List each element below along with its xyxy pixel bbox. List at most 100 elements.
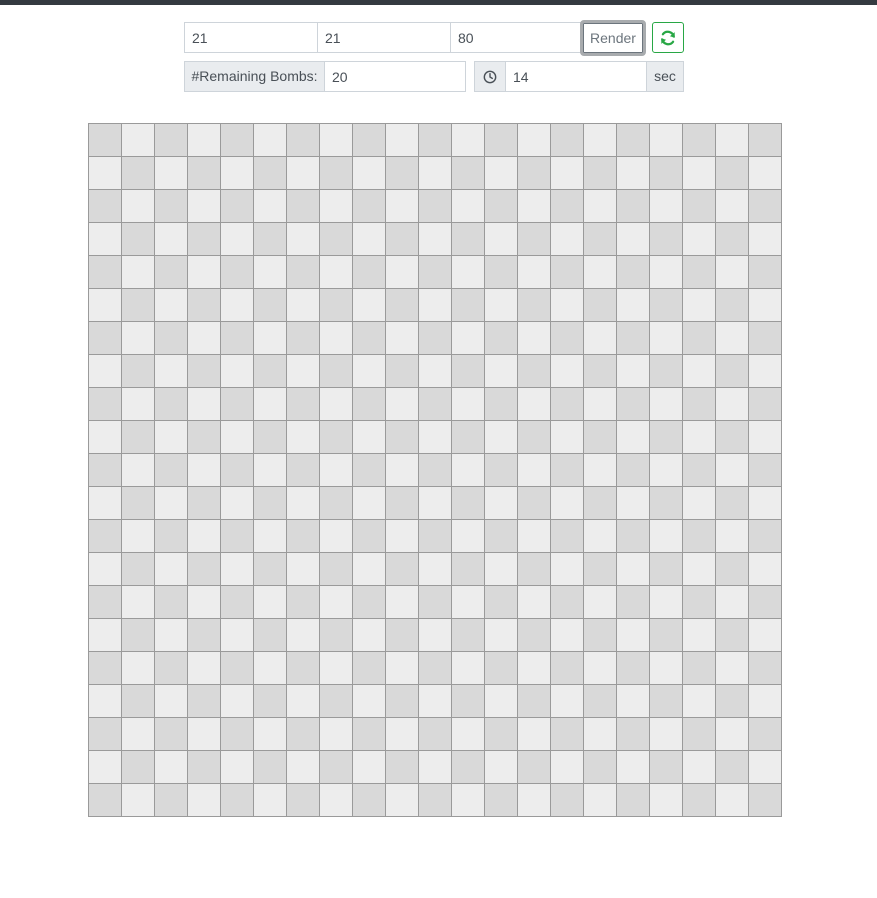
board-cell[interactable] [155,619,188,652]
board-cell[interactable] [287,289,320,322]
board-cell[interactable] [452,355,485,388]
board-cell[interactable] [221,454,254,487]
columns-input[interactable] [317,22,451,53]
board-cell[interactable] [518,223,551,256]
board-cell[interactable] [551,124,584,157]
board-cell[interactable] [155,190,188,223]
board-cell[interactable] [122,685,155,718]
board-cell[interactable] [320,586,353,619]
board-cell[interactable] [188,355,221,388]
board-cell[interactable] [485,520,518,553]
board-cell[interactable] [89,388,122,421]
board-cell[interactable] [584,256,617,289]
board-cell[interactable] [617,553,650,586]
board-cell[interactable] [122,586,155,619]
board-cell[interactable] [452,487,485,520]
board-cell[interactable] [353,784,386,817]
board-cell[interactable] [650,751,683,784]
board-cell[interactable] [287,619,320,652]
board-cell[interactable] [320,619,353,652]
board-cell[interactable] [122,124,155,157]
board-cell[interactable] [221,685,254,718]
board-cell[interactable] [485,685,518,718]
board-cell[interactable] [584,223,617,256]
board-cell[interactable] [419,322,452,355]
board-cell[interactable] [749,355,782,388]
board-cell[interactable] [89,619,122,652]
board-cell[interactable] [551,157,584,190]
board-cell[interactable] [254,124,287,157]
board-cell[interactable] [716,388,749,421]
board-cell[interactable] [518,685,551,718]
board-cell[interactable] [254,553,287,586]
board-cell[interactable] [518,256,551,289]
board-cell[interactable] [89,454,122,487]
board-cell[interactable] [617,751,650,784]
board-cell[interactable] [485,751,518,784]
board-cell[interactable] [155,223,188,256]
board-cell[interactable] [188,421,221,454]
board-cell[interactable] [584,322,617,355]
board-cell[interactable] [617,322,650,355]
board-cell[interactable] [386,421,419,454]
board-cell[interactable] [353,520,386,553]
board-cell[interactable] [287,355,320,388]
board-cell[interactable] [551,322,584,355]
board-cell[interactable] [419,685,452,718]
board-cell[interactable] [650,586,683,619]
board-cell[interactable] [221,223,254,256]
board-cell[interactable] [551,388,584,421]
board-cell[interactable] [584,388,617,421]
board-cell[interactable] [122,784,155,817]
board-cell[interactable] [254,223,287,256]
board-cell[interactable] [650,124,683,157]
board-cell[interactable] [188,652,221,685]
board-cell[interactable] [650,355,683,388]
board-cell[interactable] [617,454,650,487]
board-cell[interactable] [155,124,188,157]
board-cell[interactable] [749,124,782,157]
board-cell[interactable] [452,388,485,421]
board-cell[interactable] [419,751,452,784]
board-cell[interactable] [518,586,551,619]
board-cell[interactable] [452,289,485,322]
board-cell[interactable] [353,751,386,784]
board-cell[interactable] [89,256,122,289]
board-cell[interactable] [287,421,320,454]
board-cell[interactable] [386,520,419,553]
board-cell[interactable] [485,289,518,322]
board-cell[interactable] [320,784,353,817]
board-cell[interactable] [287,454,320,487]
board-cell[interactable] [584,190,617,223]
board-cell[interactable] [452,223,485,256]
board-cell[interactable] [452,190,485,223]
board-cell[interactable] [716,322,749,355]
board-cell[interactable] [155,454,188,487]
board-cell[interactable] [221,619,254,652]
board-cell[interactable] [419,289,452,322]
board-cell[interactable] [617,718,650,751]
board-cell[interactable] [485,223,518,256]
board-cell[interactable] [518,124,551,157]
board-cell[interactable] [188,619,221,652]
board-cell[interactable] [452,784,485,817]
board-cell[interactable] [617,157,650,190]
board-cell[interactable] [221,289,254,322]
board-cell[interactable] [122,355,155,388]
board-cell[interactable] [452,685,485,718]
board-cell[interactable] [485,322,518,355]
board-cell[interactable] [584,157,617,190]
board-cell[interactable] [122,256,155,289]
board-cell[interactable] [89,751,122,784]
board-cell[interactable] [254,157,287,190]
board-cell[interactable] [89,124,122,157]
board-cell[interactable] [749,751,782,784]
board-cell[interactable] [650,784,683,817]
board-cell[interactable] [155,520,188,553]
board-cell[interactable] [386,718,419,751]
board-cell[interactable] [188,553,221,586]
board-cell[interactable] [386,190,419,223]
board-cell[interactable] [287,718,320,751]
board-cell[interactable] [716,124,749,157]
board-cell[interactable] [254,652,287,685]
